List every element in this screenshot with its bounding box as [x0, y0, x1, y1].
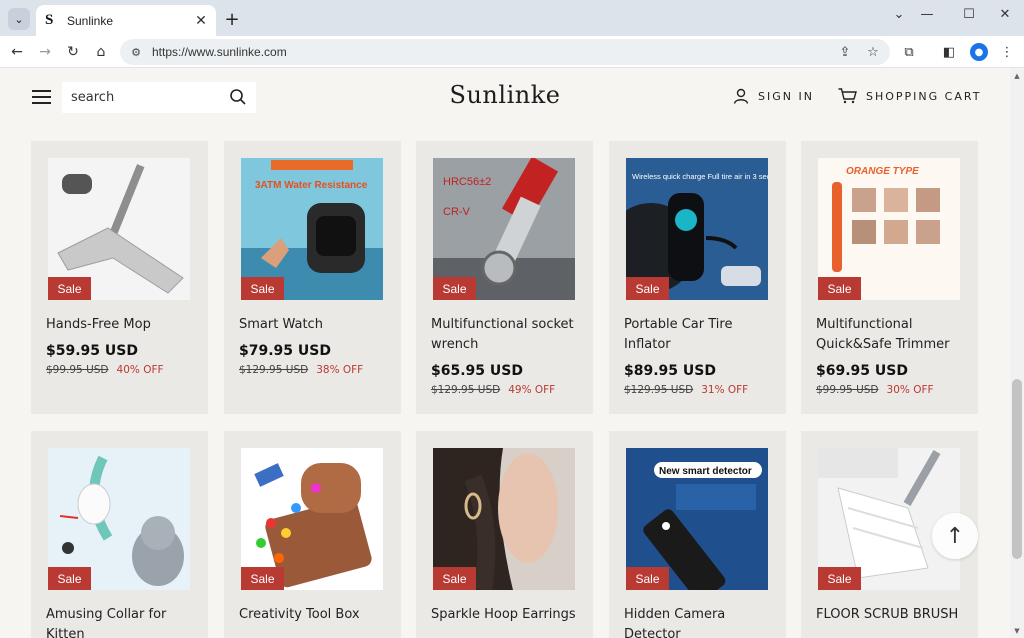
product-card-watch[interactable]: 3ATM Water Resistance Sale Smart Watch $… — [224, 141, 401, 414]
scroll-down-icon[interactable]: ▼ — [1010, 624, 1024, 638]
product-compare-price: $129.95 USD 49% OFF — [431, 384, 556, 396]
url-text[interactable]: https://www.sunlinke.com — [152, 45, 834, 59]
site-favicon: S — [45, 12, 54, 28]
product-card-trimmer[interactable]: ORANGE TYPE Sale Multifunctional Quick&S… — [801, 141, 978, 414]
product-card-mop[interactable]: Sale Hands-Free Mop $59.95 USD $99.95 US… — [31, 141, 208, 414]
profile-avatar-icon[interactable]: ● — [970, 43, 988, 61]
sale-badge: Sale — [241, 277, 284, 300]
cart-label: SHOPPING CART — [866, 89, 982, 103]
product-card-collar[interactable]: Sale Amusing Collar for Kitten — [31, 431, 208, 638]
back-to-top-arrow-icon[interactable]: ↑ — [932, 513, 978, 559]
product-card-inflator[interactable]: Wireless quick charge Full tire air in 3… — [609, 141, 786, 414]
product-price: $65.95 USD — [431, 363, 523, 379]
inflator-image-caption: Wireless quick charge Full tire air in 3… — [632, 172, 768, 181]
maximize-icon[interactable]: ☐ — [954, 4, 984, 24]
product-compare-price: $129.95 USD 31% OFF — [624, 384, 749, 396]
discount-label: 30% OFF — [886, 384, 934, 396]
search-input[interactable] — [71, 90, 221, 105]
close-tab-icon[interactable]: ✕ — [192, 12, 210, 30]
product-price: $59.95 USD — [46, 343, 138, 359]
product-name[interactable]: Sparkle Hoop Earrings — [431, 605, 583, 625]
discount-label: 38% OFF — [316, 364, 364, 376]
discount-label: 31% OFF — [701, 384, 749, 396]
home-icon[interactable]: ⌂ — [90, 41, 112, 63]
trimmer-image-caption: ORANGE TYPE — [846, 166, 919, 177]
product-compare-price: $99.95 USD 30% OFF — [816, 384, 934, 396]
product-name[interactable]: Hands-Free Mop — [46, 315, 198, 335]
scrollbar-thumb[interactable] — [1012, 379, 1022, 559]
forward-arrow-icon[interactable]: → — [34, 41, 56, 63]
reload-icon[interactable]: ↻ — [62, 41, 84, 63]
search-bar[interactable] — [62, 82, 256, 113]
browser-toolbar: ← → ↻ ⌂ ⚙ https://www.sunlinke.com ⇪ ☆ ⧉… — [0, 36, 1024, 68]
discount-label: 40% OFF — [116, 364, 164, 376]
sign-in-label: SIGN IN — [758, 89, 814, 103]
site-settings-icon[interactable]: ⚙ — [128, 44, 144, 60]
sale-badge: Sale — [626, 567, 669, 590]
product-name[interactable]: Amusing Collar for Kitten — [46, 605, 198, 638]
watch-image-caption: 3ATM Water Resistance — [255, 180, 368, 191]
sale-badge: Sale — [433, 567, 476, 590]
user-icon — [733, 88, 749, 104]
product-name[interactable]: Hidden Camera Detector — [624, 605, 776, 638]
page-scrollbar[interactable]: ▲ ▼ — [1010, 69, 1024, 638]
product-name[interactable]: FLOOR SCRUB BRUSH — [816, 605, 968, 625]
product-card-toolbox[interactable]: Sale Creativity Tool Box — [224, 431, 401, 638]
sale-badge: Sale — [241, 567, 284, 590]
address-bar[interactable]: ⚙ https://www.sunlinke.com ⇪ ☆ — [120, 39, 890, 65]
minimize-icon[interactable]: — — [912, 4, 942, 24]
close-window-icon[interactable]: ✕ — [990, 4, 1020, 24]
browser-tab[interactable]: S Sunlinke ✕ — [36, 5, 216, 36]
site-header: Sunlinke SIGN IN SHOPPING CART — [0, 69, 1010, 125]
sale-badge: Sale — [48, 567, 91, 590]
wrench-hardness-text: HRC56±2 — [443, 176, 491, 188]
product-card-earrings[interactable]: Sale Sparkle Hoop Earrings — [416, 431, 593, 638]
product-compare-price: $129.95 USD 38% OFF — [239, 364, 364, 376]
more-menu-icon[interactable]: ⋮ — [996, 41, 1018, 63]
product-name[interactable]: Creativity Tool Box — [239, 605, 391, 625]
sale-badge: Sale — [48, 277, 91, 300]
discount-label: 49% OFF — [508, 384, 556, 396]
search-icon[interactable] — [229, 88, 247, 106]
product-compare-price: $99.95 USD 40% OFF — [46, 364, 164, 376]
product-price: $79.95 USD — [239, 343, 331, 359]
bookmark-star-icon[interactable]: ☆ — [862, 41, 884, 63]
product-name[interactable]: Multifunctional socket wrench — [431, 315, 583, 355]
extensions-puzzle-icon[interactable]: ⧉ — [898, 41, 920, 63]
tab-title: Sunlinke — [67, 13, 114, 28]
side-panel-icon[interactable]: ◧ — [938, 41, 960, 63]
cart-icon — [838, 88, 857, 104]
tab-list-chevron-icon[interactable]: ⌄ — [8, 8, 30, 30]
sale-badge: Sale — [818, 277, 861, 300]
sale-badge: Sale — [818, 567, 861, 590]
product-name[interactable]: Smart Watch — [239, 315, 391, 335]
product-price: $89.95 USD — [624, 363, 716, 379]
product-card-detector[interactable]: New smart detector Sale Hidden Camera De… — [609, 431, 786, 638]
scroll-up-icon[interactable]: ▲ — [1010, 69, 1024, 83]
sale-badge: Sale — [626, 277, 669, 300]
product-name[interactable]: Multifunctional Quick&Safe Trimmer — [816, 315, 968, 355]
browser-tab-bar: ⌄ S Sunlinke ✕ + ⌄ — ☐ ✕ — [0, 0, 1024, 36]
sale-badge: Sale — [433, 277, 476, 300]
back-arrow-icon[interactable]: ← — [6, 41, 28, 63]
product-price: $69.95 USD — [816, 363, 908, 379]
shopping-cart-link[interactable]: SHOPPING CART — [838, 88, 981, 104]
product-card-wrench[interactable]: HRC56±2 CR-V Sale Multifunctional socket… — [416, 141, 593, 414]
sign-in-link[interactable]: SIGN IN — [733, 88, 814, 104]
new-tab-plus-icon[interactable]: + — [222, 9, 242, 30]
detector-image-caption: New smart detector — [659, 466, 752, 477]
tab-search-chevron-icon[interactable]: ⌄ — [884, 4, 914, 24]
wrench-steel-text: CR-V — [443, 206, 471, 218]
share-icon[interactable]: ⇪ — [834, 41, 856, 63]
menu-hamburger-icon[interactable] — [32, 90, 51, 104]
product-name[interactable]: Portable Car Tire Inflator — [624, 315, 776, 355]
